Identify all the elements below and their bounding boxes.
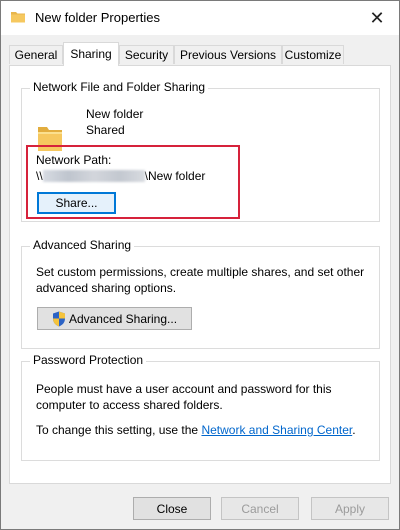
advanced-sharing-button[interactable]: Advanced Sharing... [37,307,192,330]
network-sharing-group: Network File and Folder Sharing New fold… [21,80,380,222]
window-title: New folder Properties [35,10,160,25]
advanced-sharing-button-label: Advanced Sharing... [68,311,178,326]
tab-security[interactable]: Security [119,45,174,64]
tab-previous-versions[interactable]: Previous Versions [174,45,282,64]
close-window-button[interactable]: ✕ [355,1,399,35]
network-sharing-center-link[interactable]: Network and Sharing Center [201,423,352,437]
advanced-sharing-description: Set custom permissions, create multiple … [36,265,365,295]
sharing-panel: Network File and Folder Sharing New fold… [9,65,391,484]
folder-icon [38,127,62,151]
password-protection-title: Password Protection [30,353,147,367]
network-path-redacted [42,170,145,182]
close-icon: ✕ [369,7,385,28]
advanced-sharing-title: Advanced Sharing [30,238,135,252]
password-protection-group: Password Protection People must have a u… [21,353,380,461]
change-setting-text: To change this setting, use the [36,423,202,437]
network-sharing-title: Network File and Folder Sharing [30,80,209,94]
share-button[interactable]: Share... [37,192,116,214]
network-path-prefix: \\ [36,169,43,183]
close-button[interactable]: Close [133,497,211,520]
tab-sharing[interactable]: Sharing [63,42,119,66]
properties-window: New folder Properties ✕ General Sharing … [0,0,400,530]
change-setting-line: To change this setting, use the Network … [36,423,356,437]
password-protection-description: People must have a user account and pass… [36,382,332,412]
title-bar[interactable]: New folder Properties ✕ [1,1,399,35]
cancel-button[interactable]: Cancel [221,497,299,520]
network-path-suffix: \New folder [144,169,206,183]
tab-customize[interactable]: Customize [282,45,344,64]
change-setting-period: . [352,423,356,437]
advanced-sharing-group: Advanced Sharing Set custom permissions,… [21,238,380,349]
apply-button[interactable]: Apply [311,497,389,520]
tab-general[interactable]: General [9,45,63,64]
network-path-value: \\ \New folder [36,169,205,183]
uac-shield-icon [52,311,65,326]
folder-icon [11,12,25,23]
folder-status: Shared [86,123,125,137]
network-path-label: Network Path: [36,153,112,167]
folder-name: New folder [86,107,144,121]
